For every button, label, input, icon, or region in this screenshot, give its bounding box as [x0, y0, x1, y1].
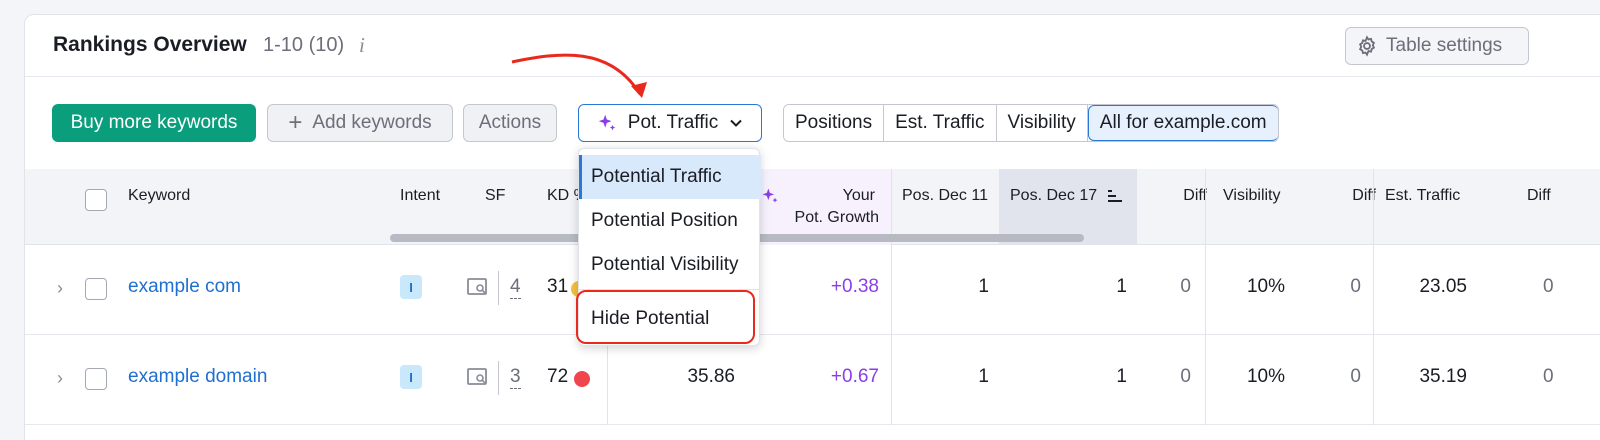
- col-keyword[interactable]: Keyword: [128, 187, 190, 205]
- kd-value: 31: [547, 276, 569, 297]
- diff-traffic-value: 0: [1543, 276, 1554, 297]
- info-icon[interactable]: i: [359, 33, 365, 58]
- serp-icon[interactable]: [467, 277, 489, 297]
- annotation-highlight-box: [576, 290, 755, 344]
- annotation-arrow: [511, 53, 647, 98]
- serp-icon[interactable]: [467, 367, 489, 387]
- table-settings-button[interactable]: Table settings: [1345, 27, 1529, 65]
- divider: [1205, 335, 1206, 425]
- serp-features-count[interactable]: 3: [510, 366, 521, 389]
- divider: [1205, 169, 1206, 245]
- table-row: › example domain I 3 72 35.86 +0.67 1 1 …: [25, 335, 1600, 425]
- result-range: 1-10 (10): [263, 34, 345, 56]
- divider: [1373, 169, 1374, 245]
- diff-position-value: 0: [1180, 366, 1191, 387]
- diff-position-value: 0: [1180, 276, 1191, 297]
- page-title: Rankings Overview: [53, 33, 247, 56]
- add-keywords-button[interactable]: + Add keywords: [267, 104, 453, 142]
- pot-traffic-label: Pot. Traffic: [627, 112, 719, 133]
- col-intent[interactable]: Intent: [400, 187, 440, 205]
- pot-growth-value: +0.38: [830, 276, 879, 297]
- col-est-traffic[interactable]: Est. Traffic: [1385, 187, 1460, 205]
- divider: [891, 335, 892, 425]
- col-pos-dec17[interactable]: Pos. Dec 17: [1010, 187, 1097, 205]
- diff-visibility-value: 0: [1350, 366, 1361, 387]
- divider: [1373, 245, 1374, 335]
- col-your-pot-growth-line1[interactable]: Your: [765, 187, 875, 205]
- chevron-down-icon: [730, 119, 742, 127]
- col-visibility[interactable]: Visibility: [1223, 187, 1281, 205]
- pos-dec11-value: 1: [978, 366, 989, 387]
- col-sf[interactable]: SF: [485, 187, 505, 205]
- sort-icon[interactable]: [1107, 189, 1125, 205]
- view-segmented-control: Positions Est. Traffic Visibility All fo…: [783, 104, 1279, 142]
- est-traffic-value: 23.05: [1419, 276, 1467, 297]
- segment-all-for-domain[interactable]: All for example.com: [1087, 105, 1278, 141]
- pot-traffic-dropdown[interactable]: Pot. Traffic: [578, 104, 762, 142]
- select-all-checkbox[interactable]: [85, 189, 107, 211]
- segment-est-traffic[interactable]: Est. Traffic: [884, 105, 997, 141]
- gear-icon: [1358, 35, 1376, 57]
- divider: [1373, 335, 1374, 425]
- segment-visibility[interactable]: Visibility: [996, 105, 1088, 141]
- menu-item-potential-traffic[interactable]: Potential Traffic: [579, 155, 761, 199]
- table-settings-label: Table settings: [1386, 35, 1503, 56]
- divider: [891, 245, 892, 335]
- col-pos-dec11[interactable]: Pos. Dec 11: [902, 187, 988, 205]
- visibility-value: 10%: [1246, 366, 1285, 387]
- col-diff-position[interactable]: Diff: [1135, 187, 1207, 205]
- sparkle-icon: [598, 114, 616, 131]
- buy-more-keywords-button[interactable]: Buy more keywords: [52, 104, 256, 142]
- plus-icon: +: [288, 109, 303, 136]
- diff-visibility-value: 0: [1350, 276, 1361, 297]
- chevron-right-icon[interactable]: ›: [57, 368, 69, 388]
- pot-growth-value: +0.67: [830, 366, 879, 387]
- est-traffic-value: 35.19: [1419, 366, 1467, 387]
- intent-badge: I: [400, 365, 422, 389]
- segment-positions[interactable]: Positions: [784, 105, 885, 141]
- add-keywords-label: Add keywords: [312, 112, 432, 133]
- card-header: Rankings Overview 1-10 (10) i Table sett…: [25, 15, 1600, 77]
- table-header: Keyword Intent SF KD % Your Pot. Growth …: [25, 169, 1600, 245]
- menu-item-potential-position[interactable]: Potential Position: [579, 199, 761, 243]
- divider: [1205, 245, 1206, 335]
- actions-button[interactable]: Actions: [463, 104, 557, 142]
- keyword-link[interactable]: example com: [128, 276, 241, 298]
- pos-dec17-value: 1: [1116, 366, 1127, 387]
- rankings-overview-card: Rankings Overview 1-10 (10) i Table sett…: [24, 14, 1600, 440]
- col-diff-traffic[interactable]: Diff: [1527, 187, 1551, 205]
- potential-value: 35.86: [687, 366, 735, 387]
- col-diff-visibility[interactable]: Diff: [1315, 187, 1376, 205]
- diff-traffic-value: 0: [1543, 366, 1554, 387]
- visibility-value: 10%: [1246, 276, 1285, 297]
- pos-dec17-value: 1: [1116, 276, 1127, 297]
- table-row: › example com I 4 31 +0.38 1 1 0 10% 0 2…: [25, 245, 1600, 335]
- row-checkbox[interactable]: [85, 368, 107, 390]
- divider: [607, 335, 608, 425]
- col-your-pot-growth-line2[interactable]: Pot. Growth: [765, 209, 879, 227]
- divider: [498, 271, 499, 305]
- menu-item-potential-visibility[interactable]: Potential Visibility: [579, 243, 761, 287]
- row-checkbox[interactable]: [85, 278, 107, 300]
- serp-features-count[interactable]: 4: [510, 276, 521, 299]
- pos-dec11-value: 1: [978, 276, 989, 297]
- kd-value: 72: [547, 366, 569, 387]
- keyword-link[interactable]: example domain: [128, 366, 267, 388]
- chevron-right-icon[interactable]: ›: [57, 278, 69, 298]
- intent-badge: I: [400, 275, 422, 299]
- kd-indicator: [574, 371, 590, 387]
- divider: [498, 361, 499, 395]
